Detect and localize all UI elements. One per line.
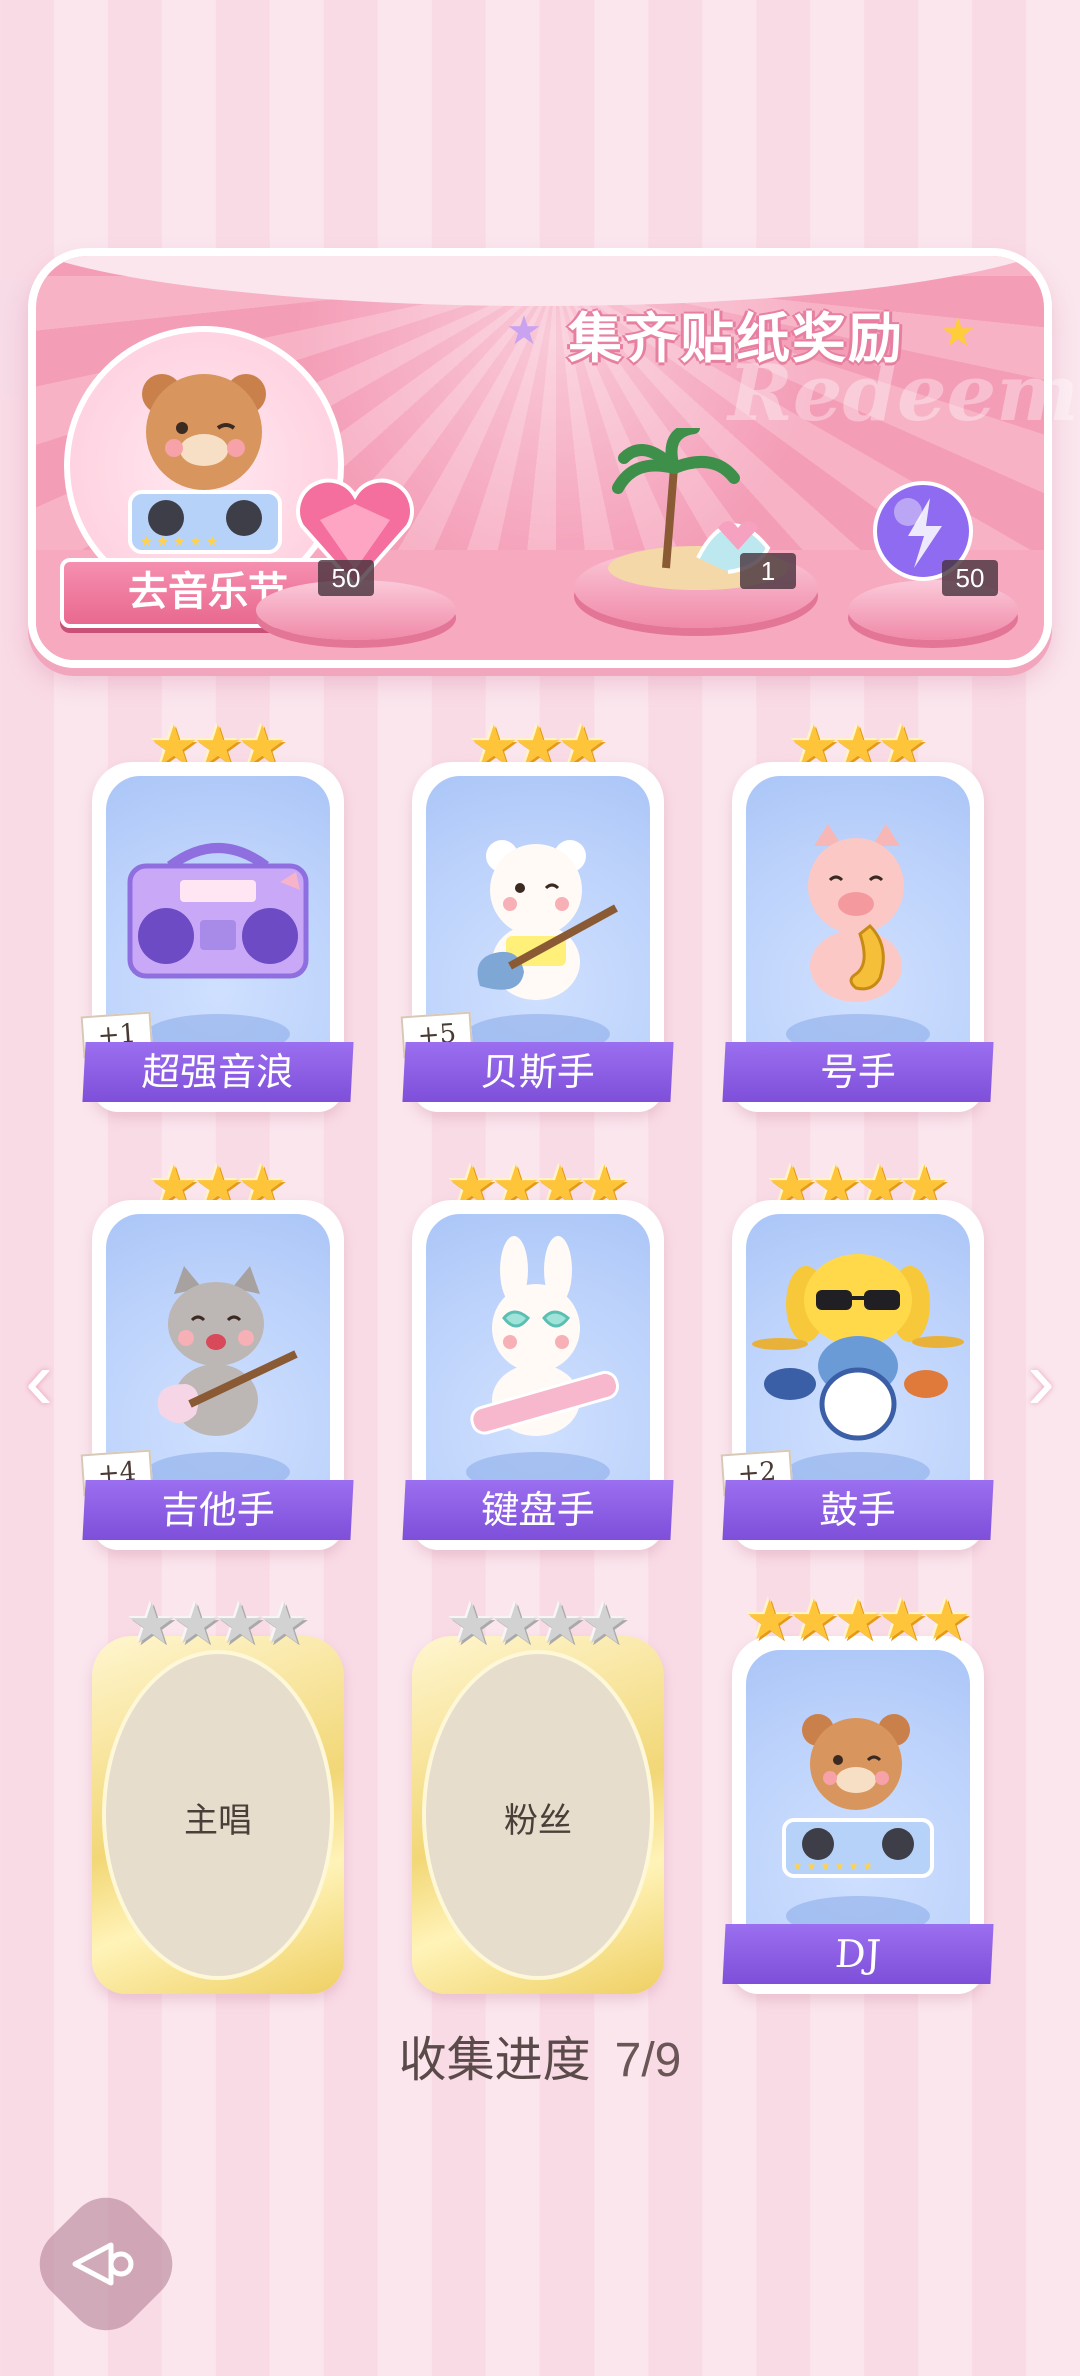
star-icon: ★ bbox=[535, 1592, 586, 1655]
star-icon: ★ bbox=[490, 1592, 541, 1655]
card-label: 吉他手 bbox=[82, 1480, 354, 1540]
progress-value: 7/9 bbox=[614, 2034, 682, 2087]
sticker-card[interactable]: +2 鼓手 bbox=[720, 1200, 994, 1550]
card-label: 粉丝 bbox=[504, 1801, 572, 1841]
sticker-card[interactable]: 键盘手 bbox=[402, 1200, 674, 1550]
star-icon: ★ bbox=[506, 309, 542, 353]
banner-title: 集齐贴纸奖励 bbox=[568, 309, 904, 369]
empty-slot: 主唱 bbox=[102, 1650, 334, 1980]
star-icon: ★ bbox=[832, 1588, 884, 1651]
bunny-keytar-icon bbox=[470, 1236, 620, 1436]
card-label: 主唱 bbox=[184, 1801, 252, 1841]
star-icon: ★ bbox=[877, 1588, 928, 1651]
card-label: 键盘手 bbox=[402, 1480, 674, 1540]
card-art: ★ ★ ★ ★ ★ ★ bbox=[746, 1650, 970, 1942]
locked-sticker-card[interactable]: 主唱 bbox=[92, 1636, 344, 1994]
card-art bbox=[426, 1214, 650, 1498]
star-icon: ★ bbox=[788, 1588, 839, 1651]
reward-count: 50 bbox=[942, 560, 998, 596]
star-rating: ★ ★ ★ ★ bbox=[412, 1596, 664, 1652]
bear-dj-icon: ★ ★ ★ ★ ★ ★ bbox=[782, 1714, 934, 1878]
star-icon: ★ bbox=[215, 1592, 266, 1655]
star-icon: ★ bbox=[259, 1592, 310, 1655]
reward-count: 50 bbox=[318, 560, 374, 596]
locked-sticker-card[interactable]: 粉丝 bbox=[412, 1636, 664, 1994]
star-rating: ★ ★ ★ ★ bbox=[92, 1596, 344, 1652]
star-icon: ★ bbox=[126, 1592, 177, 1655]
next-page-arrow[interactable]: › bbox=[1016, 1338, 1066, 1422]
sticker-reward-banner: Redeem ★ 集齐贴纸奖励 ★ ★ ★ ★ ★ ★ 去音乐节 50 1 50 bbox=[28, 248, 1079, 668]
star-icon: ★ bbox=[579, 1592, 630, 1655]
boombox-icon bbox=[127, 843, 309, 979]
back-button[interactable] bbox=[23, 2181, 189, 2347]
previous-page-arrow[interactable]: ‹ bbox=[14, 1338, 64, 1422]
collection-progress: 收集进度 7/9 bbox=[0, 2020, 1080, 2090]
sticker-card[interactable]: ★ ★ ★ ★ ★ ★ DJ bbox=[722, 1636, 994, 1994]
card-label: DJ bbox=[722, 1924, 994, 1984]
pig-saxophone-icon bbox=[808, 824, 904, 1002]
dog-drums-icon bbox=[752, 1254, 964, 1441]
card-label: 贝斯手 bbox=[402, 1042, 674, 1102]
bear-bassist-icon bbox=[477, 840, 618, 1000]
svg-text:★ ★ ★ ★ ★ ★: ★ ★ ★ ★ ★ ★ bbox=[792, 1859, 873, 1873]
card-art bbox=[746, 776, 970, 1060]
card-label: 鼓手 bbox=[722, 1480, 994, 1540]
back-arrow-icon bbox=[48, 2206, 164, 2322]
empty-slot: 粉丝 bbox=[422, 1650, 654, 1980]
progress-label: 收集进度 bbox=[398, 2034, 591, 2087]
card-label: 号手 bbox=[722, 1042, 994, 1102]
sticker-card[interactable]: 号手 bbox=[722, 762, 994, 1112]
sticker-card[interactable]: +5 贝斯手 bbox=[400, 762, 674, 1112]
star-icon: ★ bbox=[921, 1588, 972, 1651]
sticker-card[interactable]: +1 超强音浪 bbox=[80, 762, 354, 1112]
svg-text:★ ★ ★ ★ ★: ★ ★ ★ ★ ★ bbox=[140, 533, 218, 549]
reward-count: 1 bbox=[740, 553, 796, 589]
sticker-card[interactable]: +4 吉他手 bbox=[80, 1200, 354, 1550]
star-icon: ★ bbox=[940, 311, 976, 355]
cat-guitar-icon bbox=[157, 1266, 298, 1436]
star-icon: ★ bbox=[170, 1592, 221, 1655]
star-icon: ★ bbox=[446, 1592, 497, 1655]
star-rating: ★ ★ ★ ★ ★ bbox=[720, 1592, 996, 1648]
card-label: 超强音浪 bbox=[82, 1042, 354, 1102]
star-icon: ★ bbox=[744, 1588, 795, 1651]
